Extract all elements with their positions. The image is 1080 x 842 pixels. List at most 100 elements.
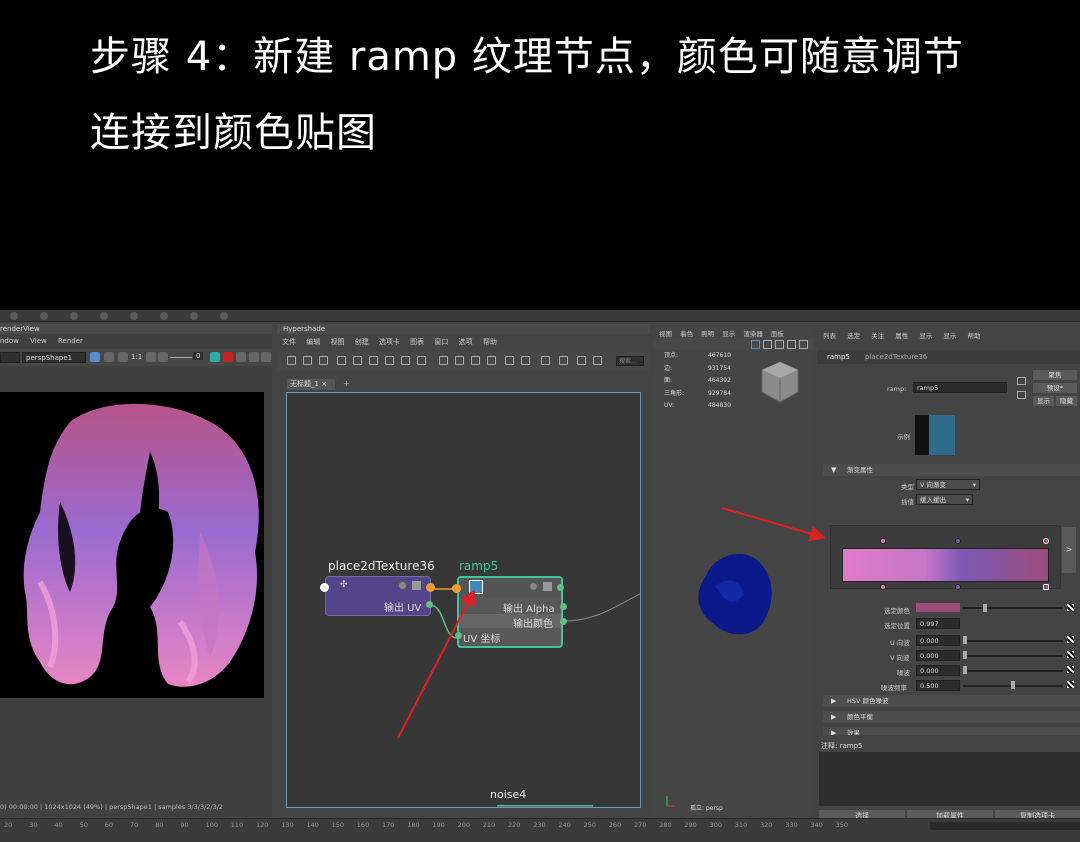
map-button-icon[interactable] xyxy=(1067,604,1074,611)
node-name-field[interactable]: ramp5 xyxy=(913,382,1007,393)
layout-icon[interactable] xyxy=(439,356,448,365)
settings-icon[interactable] xyxy=(158,352,168,362)
camera-dropdown[interactable]: perspShape1 xyxy=(22,352,86,363)
region-button[interactable] xyxy=(236,352,246,362)
graph-tool-icon[interactable] xyxy=(385,356,394,365)
color-handle-top[interactable] xyxy=(955,538,961,544)
place2d-texture-node[interactable]: place2dTexture36 ✣ 输出 UV xyxy=(320,559,435,616)
view-tool-icon[interactable] xyxy=(787,340,796,349)
color-handle-top[interactable] xyxy=(1043,538,1049,544)
delete-handle-icon[interactable] xyxy=(1043,584,1049,590)
view-tool-icon[interactable] xyxy=(775,340,784,349)
menu-focus[interactable]: 关注 xyxy=(871,332,884,340)
input-port[interactable] xyxy=(452,584,461,593)
slider-knob[interactable] xyxy=(983,604,987,612)
map-button-icon[interactable] xyxy=(1067,666,1074,673)
graph-tool-icon[interactable] xyxy=(541,356,550,365)
ipr-button[interactable] xyxy=(104,352,114,362)
menu-window[interactable]: ndow xyxy=(0,337,19,345)
menu-view[interactable]: 视图 xyxy=(659,330,672,338)
graph-tool-icon[interactable] xyxy=(521,356,530,365)
menu-lighting[interactable]: 照明 xyxy=(701,330,714,338)
copy-icon[interactable] xyxy=(1017,391,1026,399)
slider-knob[interactable] xyxy=(963,666,967,674)
color-handle-bottom[interactable] xyxy=(880,584,886,590)
view-tool-icon[interactable] xyxy=(751,340,760,349)
ratio-label[interactable]: 1:1 xyxy=(131,353,142,361)
color-handle-bottom[interactable] xyxy=(955,584,961,590)
slider-knob[interactable] xyxy=(963,636,967,644)
section-color-balance[interactable]: ▶ 颜色平衡 xyxy=(823,711,1080,723)
selected-color-swatch[interactable] xyxy=(916,603,960,612)
graph-tool-icon[interactable] xyxy=(577,356,586,365)
audio-icon[interactable] xyxy=(249,352,259,362)
section-ramp-attributes[interactable]: ▼ 渐变属性 xyxy=(823,464,1080,476)
menu-list[interactable]: 列表 xyxy=(823,332,836,340)
notes-textarea[interactable] xyxy=(819,752,1080,806)
gear-icon[interactable] xyxy=(261,352,271,362)
map-button-icon[interactable] xyxy=(1067,651,1074,658)
layout-icon[interactable] xyxy=(471,356,480,365)
range-slider[interactable] xyxy=(930,822,1080,830)
shelf-icon[interactable] xyxy=(40,312,48,320)
menu-shading[interactable]: 着色 xyxy=(680,330,693,338)
graph-tool-icon[interactable] xyxy=(401,356,410,365)
swatch-icon[interactable] xyxy=(398,581,407,590)
menu-show[interactable]: 显示 xyxy=(722,330,735,338)
exposure-value[interactable]: 0 xyxy=(193,352,204,360)
ramp-editor[interactable] xyxy=(830,525,1061,590)
keep-image-button[interactable] xyxy=(210,352,220,362)
noise-slider[interactable] xyxy=(963,670,1063,672)
tab-place2dtexture36[interactable]: place2dTexture36 xyxy=(865,353,927,361)
section-effects[interactable]: ▶ 效果 xyxy=(823,727,1080,735)
graph-tool-icon[interactable] xyxy=(353,356,362,365)
viewport-panel[interactable]: 视图 着色 照明 显示 渲染器 面板 顶点: 467610 边: 931754 面:… xyxy=(653,324,813,817)
swatch-icon[interactable] xyxy=(529,582,538,591)
menu-panels[interactable]: 面板 xyxy=(771,330,784,338)
menu-show[interactable]: 显示 xyxy=(919,332,932,340)
menu-edit[interactable]: 编辑 xyxy=(306,338,320,346)
graph-tool-icon[interactable] xyxy=(369,356,378,365)
slider-knob[interactable] xyxy=(963,651,967,659)
time-slider[interactable]: 20 30 40 50 60 70 80 90 100 110 120 130 140 150 160 170… xyxy=(0,818,1080,842)
shelf-icon[interactable] xyxy=(190,312,198,320)
color-handle-top[interactable] xyxy=(880,538,886,544)
menu-view[interactable]: View xyxy=(30,337,47,345)
view-tool-icon[interactable] xyxy=(763,340,772,349)
noise-node[interactable] xyxy=(497,805,593,807)
tab-untitled[interactable]: 无标题_1 × xyxy=(287,379,335,390)
alpha-output-port[interactable] xyxy=(560,603,567,610)
menu-file[interactable]: 文件 xyxy=(282,338,296,346)
add-tab-button[interactable]: + xyxy=(343,379,350,388)
menu-create[interactable]: 创建 xyxy=(355,338,369,346)
render-button[interactable] xyxy=(90,352,100,362)
menu-graph[interactable]: 图表 xyxy=(410,338,424,346)
expand-ramp-button[interactable]: > xyxy=(1062,527,1076,573)
search-icon[interactable] xyxy=(505,356,514,365)
shelf-icon[interactable] xyxy=(100,312,108,320)
out-color-port[interactable] xyxy=(560,618,567,625)
menu-render[interactable]: Render xyxy=(58,337,83,345)
shelf-icon[interactable] xyxy=(10,312,18,320)
view-cube-icon[interactable] xyxy=(760,360,800,404)
type-dropdown[interactable]: V 向渐变 ▾ xyxy=(916,479,980,490)
u-wave-field[interactable]: 0.000 xyxy=(916,635,960,646)
menu-tabs[interactable]: 选项卡 xyxy=(379,338,400,346)
exposure-slider[interactable] xyxy=(170,357,192,358)
menu-attributes[interactable]: 属性 xyxy=(895,332,908,340)
ramp-gradient-bar[interactable] xyxy=(842,548,1049,582)
interpolation-dropdown[interactable]: 缓入缓出 ▾ xyxy=(916,494,973,505)
output-port[interactable] xyxy=(426,583,435,592)
menu-help[interactable]: 帮助 xyxy=(967,332,980,340)
slider-knob[interactable] xyxy=(1011,681,1015,689)
menu-view[interactable]: 视图 xyxy=(330,338,344,346)
fit-button[interactable] xyxy=(146,352,156,362)
v-wave-slider[interactable] xyxy=(963,655,1063,657)
layer-dropdown[interactable] xyxy=(0,352,20,363)
graph-tool-icon[interactable] xyxy=(337,356,346,365)
presets-button[interactable]: 预设* xyxy=(1033,383,1077,393)
uv-coord-input-port[interactable] xyxy=(455,632,462,639)
output-port[interactable] xyxy=(557,584,564,591)
snapshot-button[interactable] xyxy=(118,352,128,362)
u-wave-slider[interactable] xyxy=(963,640,1063,642)
